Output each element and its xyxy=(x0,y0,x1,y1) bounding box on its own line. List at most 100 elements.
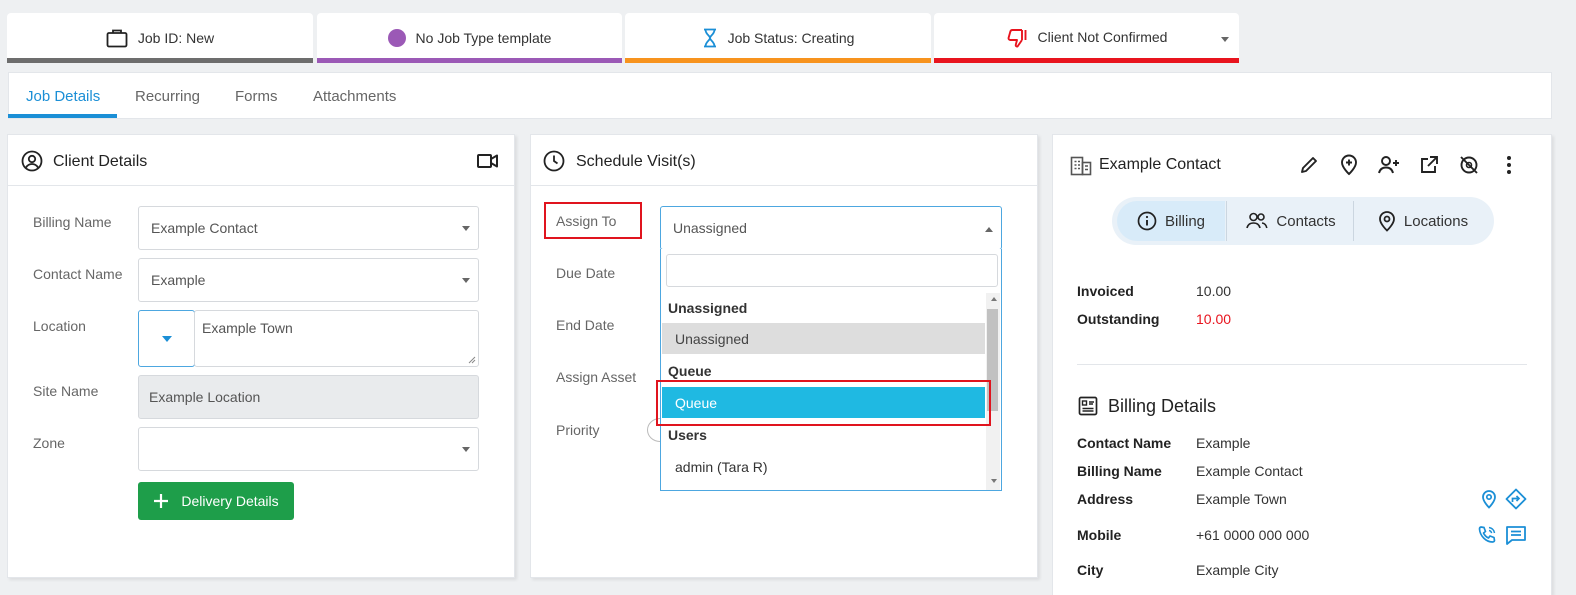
site-name-value: Example Location xyxy=(149,389,261,405)
chevron-down-icon xyxy=(161,335,172,342)
tab-job-details[interactable]: Job Details xyxy=(26,88,100,105)
directions-icon[interactable] xyxy=(1505,488,1527,510)
job-id-bar xyxy=(7,58,313,63)
billing-name-select[interactable]: Example Contact xyxy=(138,206,479,250)
user-circle-icon xyxy=(21,150,43,172)
option-unassigned-label: Unassigned xyxy=(675,330,749,347)
contact-name-label: Contact Name xyxy=(33,266,123,282)
contact-name-value: Example xyxy=(151,272,206,288)
bd-city-value: Example City xyxy=(1196,562,1279,578)
assign-asset-label: Assign Asset xyxy=(556,369,637,385)
map-pin-icon[interactable] xyxy=(1481,489,1497,509)
tab-forms[interactable]: Forms xyxy=(235,88,278,105)
dropdown-search-input[interactable] xyxy=(666,254,998,287)
chevron-down-icon xyxy=(462,278,470,283)
billing-name-label: Billing Name xyxy=(33,214,112,230)
resize-handle-icon[interactable] xyxy=(468,356,476,364)
group-users: Users xyxy=(668,427,707,443)
seg-billing[interactable]: Billing xyxy=(1117,201,1225,241)
circle-icon xyxy=(387,29,406,47)
assign-to-dropdown: Unassigned Unassigned Queue Queue Users … xyxy=(660,249,1002,491)
clock-icon xyxy=(543,150,565,172)
tab-attachments[interactable]: Attachments xyxy=(313,88,396,105)
bd-address-value: Example Town xyxy=(1196,491,1287,507)
option-admin-label: admin (Tara R) xyxy=(675,458,768,475)
bd-address-label: Address xyxy=(1077,491,1134,507)
briefcase-icon xyxy=(106,29,128,48)
invoiced-label: Invoiced xyxy=(1077,283,1134,299)
due-date-label: Due Date xyxy=(556,265,616,281)
scroll-down-icon[interactable] xyxy=(991,479,997,483)
add-location-icon[interactable] xyxy=(1339,154,1359,176)
client-confirm-text: Client Not Confirmed xyxy=(1037,29,1168,45)
bd-mobile-value: +61 0000 000 000 xyxy=(1196,527,1310,543)
billing-details-title: Billing Details xyxy=(1108,396,1217,416)
assign-to-select[interactable]: Unassigned xyxy=(660,206,1002,250)
seg-contacts[interactable]: Contacts xyxy=(1235,201,1347,241)
chevron-down-icon xyxy=(462,447,470,452)
seg-locations[interactable]: Locations xyxy=(1362,201,1484,241)
building-icon xyxy=(1070,156,1092,176)
map-pin-icon xyxy=(1378,211,1395,232)
open-external-icon[interactable] xyxy=(1419,155,1439,175)
bd-billing-name-value: Example Contact xyxy=(1196,463,1303,479)
divider xyxy=(1077,364,1527,365)
hourglass-icon xyxy=(703,28,716,48)
group-unassigned: Unassigned xyxy=(668,300,748,316)
bd-billing-name-label: Billing Name xyxy=(1077,463,1162,479)
priority-label: Priority xyxy=(556,422,600,438)
location-value: Example Town xyxy=(202,320,293,336)
job-status-bar xyxy=(625,58,931,63)
status-job-status: Job Status: Creating xyxy=(625,13,931,63)
invoiced-value: 10.00 xyxy=(1196,283,1232,299)
queue-option-highlight xyxy=(656,380,991,426)
location-off-icon[interactable] xyxy=(1458,155,1480,175)
bd-contact-name-label: Contact Name xyxy=(1077,435,1172,451)
chevron-up-icon xyxy=(985,227,993,232)
seg-divider xyxy=(1226,201,1227,241)
tab-recurring[interactable]: Recurring xyxy=(135,88,200,105)
thumbs-down-icon xyxy=(1007,29,1026,48)
delivery-details-button[interactable]: Delivery Details xyxy=(138,482,294,520)
job-type-text: No Job Type template xyxy=(415,30,552,46)
zone-select[interactable] xyxy=(138,427,479,471)
option-admin[interactable]: admin (Tara R) xyxy=(662,451,985,482)
info-icon xyxy=(1137,211,1157,231)
seg-contacts-label: Contacts xyxy=(1276,212,1336,230)
plus-icon xyxy=(154,494,169,508)
status-job-id: Job ID: New xyxy=(7,13,313,63)
location-dropdown-button[interactable] xyxy=(138,310,195,367)
site-name-field: Example Location xyxy=(138,375,479,419)
group-queue: Queue xyxy=(668,363,712,379)
schedule-title: Schedule Visit(s) xyxy=(576,153,696,170)
scroll-up-icon[interactable] xyxy=(991,297,997,301)
message-icon[interactable] xyxy=(1505,525,1527,545)
billing-name-value: Example Contact xyxy=(151,220,258,236)
bd-contact-name-value: Example xyxy=(1196,435,1251,451)
billing-details-icon xyxy=(1078,396,1098,416)
job-status-text: Job Status: Creating xyxy=(727,30,855,46)
bd-city-label: City xyxy=(1077,562,1104,578)
more-vertical-icon[interactable] xyxy=(1505,155,1513,175)
video-camera-icon[interactable] xyxy=(477,153,499,169)
contact-name-select[interactable]: Example xyxy=(138,258,479,302)
location-label: Location xyxy=(33,318,86,334)
add-user-icon[interactable] xyxy=(1377,155,1401,175)
chevron-down-icon xyxy=(1221,37,1229,42)
location-textarea[interactable]: Example Town xyxy=(194,310,479,367)
active-tab-indicator xyxy=(8,114,117,118)
status-job-type[interactable]: No Job Type template xyxy=(317,13,622,63)
pencil-icon[interactable] xyxy=(1299,155,1319,175)
chevron-down-icon xyxy=(462,226,470,231)
seg-divider xyxy=(1353,201,1354,241)
status-client-confirm[interactable]: Client Not Confirmed xyxy=(934,13,1239,63)
phone-icon[interactable] xyxy=(1477,525,1497,545)
site-name-label: Site Name xyxy=(33,383,99,399)
assign-to-label-highlight xyxy=(544,202,642,239)
zone-label: Zone xyxy=(33,435,65,451)
option-unassigned[interactable]: Unassigned xyxy=(662,323,985,354)
users-icon xyxy=(1246,212,1268,229)
outstanding-label: Outstanding xyxy=(1077,311,1160,327)
delivery-details-label: Delivery Details xyxy=(181,493,279,509)
client-confirm-bar xyxy=(934,58,1239,63)
